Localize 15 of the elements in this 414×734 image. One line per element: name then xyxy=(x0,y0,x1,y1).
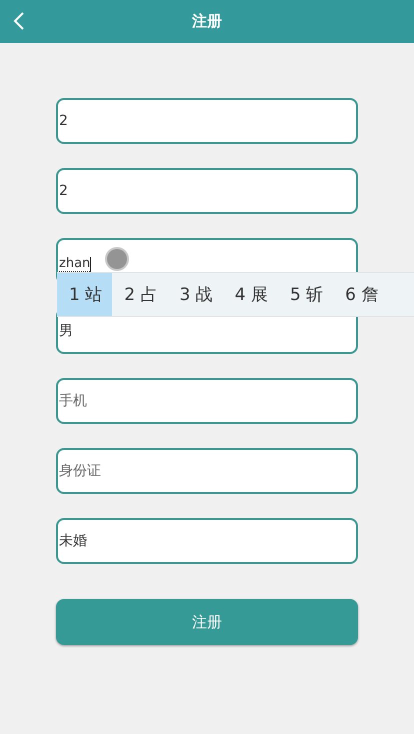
input-field[interactable]: 2 xyxy=(56,168,358,214)
input-field[interactable]: 身份证 xyxy=(56,448,358,494)
field-value: 2 xyxy=(59,183,68,199)
input-field[interactable]: 未婚 xyxy=(56,518,358,564)
input-field[interactable]: 2 xyxy=(56,98,358,144)
field-value: 2 xyxy=(59,113,68,129)
touch-indicator xyxy=(107,249,127,269)
field-placeholder: 手机 xyxy=(59,392,87,410)
field-placeholder: 身份证 xyxy=(59,462,101,480)
ime-candidate[interactable]: 1 站 xyxy=(57,273,112,316)
field-value: 未婚 xyxy=(59,532,87,550)
input-field[interactable]: 手机 xyxy=(56,378,358,424)
field-value: 男 xyxy=(59,322,73,340)
back-icon[interactable] xyxy=(13,11,25,31)
page-title: 注册 xyxy=(192,12,222,31)
